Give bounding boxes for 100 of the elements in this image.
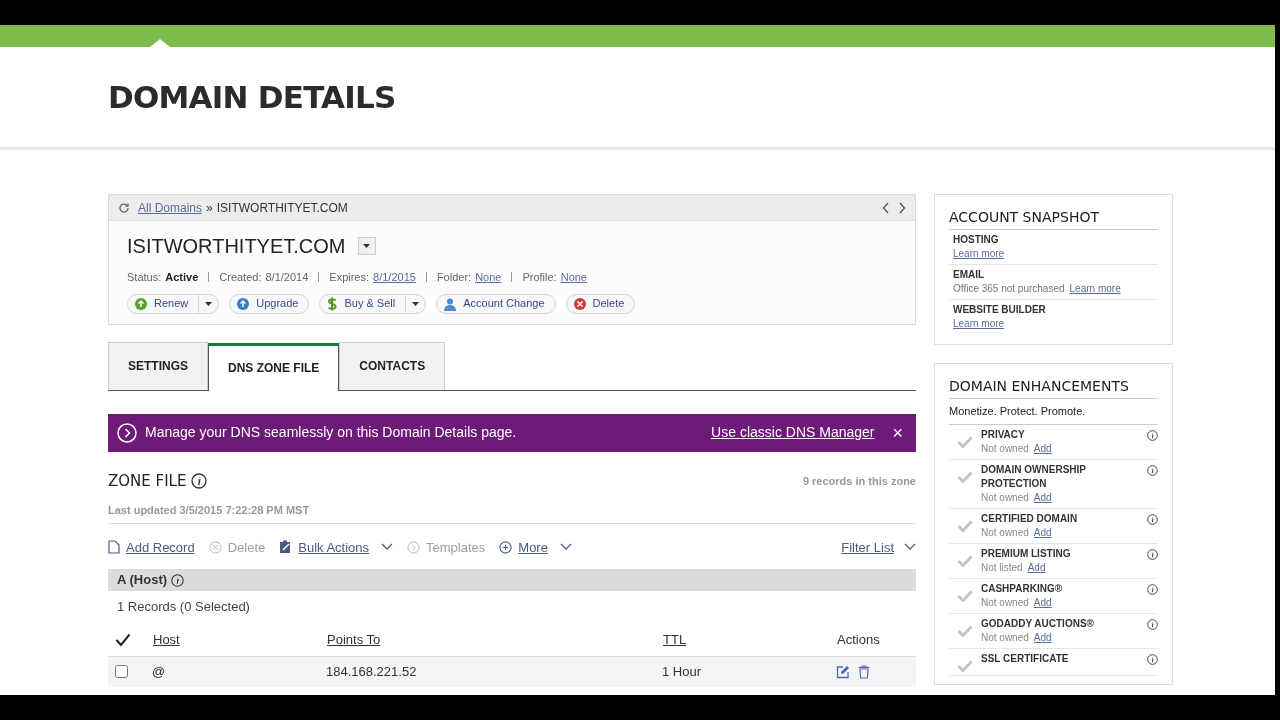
dropdown-button[interactable] [357, 237, 376, 255]
add-link[interactable]: Add [1033, 525, 1052, 540]
circle-x-icon [572, 296, 587, 311]
checkmark-icon [957, 589, 973, 602]
info-icon [1147, 618, 1158, 630]
info-icon [1147, 583, 1158, 595]
info-icon [1147, 653, 1158, 665]
checkmark-icon [957, 554, 973, 567]
breadcrumb-current: ISITWORTHITYET.COM [216, 199, 348, 217]
domain-name: ISITWORTHITYET.COM [127, 234, 346, 259]
learn-more-link[interactable]: Learn more [1069, 282, 1121, 296]
meta-label: Status: [127, 270, 162, 285]
toolbar-link[interactable]: More [518, 537, 548, 557]
snapshot-item-title: HOSTING [953, 233, 1000, 247]
chevron-left-icon[interactable] [882, 201, 890, 214]
refresh-icon [118, 201, 130, 214]
column-header: Actions [837, 631, 880, 650]
snapshot-note: Office 365 not purchased [953, 282, 1065, 296]
checkmark-icon [957, 435, 973, 448]
column-header[interactable]: TTL [663, 630, 837, 650]
page-title: DOMAIN DETAILS [108, 77, 396, 117]
learn-more-link[interactable]: Learn more [953, 317, 1005, 331]
zone-title: ZONE FILE [108, 470, 187, 492]
add-link[interactable]: Add [1033, 630, 1052, 645]
clipboard-icon [279, 540, 293, 555]
tab[interactable]: SETTINGS [108, 341, 208, 390]
enhancement-title: CASHPARKING® [981, 581, 1064, 596]
person-icon [443, 296, 458, 311]
tab[interactable]: DNS ZONE FILE [208, 342, 340, 391]
row-checkbox[interactable] [115, 665, 128, 678]
snapshot-item-title: EMAIL [953, 268, 986, 282]
tab[interactable]: CONTACTS [339, 341, 446, 390]
checkmark-icon[interactable] [115, 633, 131, 647]
table-cell-text: 1 Hour [662, 662, 703, 681]
caret-icon [205, 301, 213, 306]
action-label: Account Change [463, 296, 545, 312]
checkmark-icon [957, 659, 973, 672]
info-icon [1147, 548, 1158, 560]
action-button[interactable]: Buy & Sell [319, 293, 427, 314]
enhancement-status: Not owned [981, 630, 1029, 645]
chevron-down-icon [904, 543, 916, 552]
circle-chevron-icon [117, 422, 137, 443]
action-button[interactable]: Upgrade [229, 293, 310, 314]
meta-link[interactable]: 8/1/2015 [373, 269, 416, 286]
add-link[interactable]: Add [1033, 441, 1052, 456]
toolbar-link[interactable]: Bulk Actions [298, 537, 370, 557]
chevron-right-icon[interactable] [898, 201, 906, 214]
meta-link[interactable]: None [560, 269, 587, 286]
info-icon [1147, 513, 1158, 525]
meta-link[interactable]: None [475, 269, 502, 286]
breadcrumb-separator: » [206, 199, 213, 217]
enhancement-status: Not owned [981, 441, 1029, 456]
toolbar-link[interactable]: Add Record [126, 537, 195, 557]
enhancement-status: Not owned [981, 490, 1029, 505]
meta-value: Active [165, 270, 199, 285]
chevron-down-icon[interactable] [381, 543, 394, 552]
notch-icon [150, 39, 170, 47]
classic-dns-link[interactable]: Use classic DNS Manager [711, 422, 875, 443]
enhancement-status: Not owned [981, 595, 1029, 610]
chevron-down-icon[interactable] [559, 543, 572, 552]
action-button[interactable]: Delete [565, 293, 636, 314]
checkmark-icon [957, 624, 973, 637]
close-button[interactable]: × [892, 423, 903, 442]
action-button[interactable]: Renew [127, 293, 220, 314]
breadcrumb-link[interactable]: All Domains [138, 198, 203, 217]
info-icon [1147, 464, 1158, 476]
enhancement-title: PREMIUM LISTING [981, 546, 1072, 561]
enhancement-title: CERTIFIED DOMAIN [981, 511, 1079, 526]
enhancement-title: SSL CERTIFICATE [981, 651, 1070, 666]
action-button[interactable]: Account Change [436, 293, 556, 314]
enhancement-status: Not owned [981, 525, 1029, 540]
action-label: Upgrade [256, 296, 299, 312]
meta-value: 8/1/2014 [265, 270, 309, 285]
records-summary: 1 Records (0 Selected) [116, 598, 251, 616]
table-cell-text: 184.168.221.52 [326, 662, 418, 681]
learn-more-link[interactable]: Learn more [953, 247, 1005, 261]
circle-arrow-icon [134, 296, 148, 311]
card-title: ACCOUNT SNAPSHOT [949, 207, 1158, 230]
add-link[interactable]: Add [1033, 595, 1052, 610]
info-icon [1147, 429, 1158, 441]
circle-x-icon [208, 540, 222, 554]
edit-icon[interactable] [836, 664, 850, 679]
meta-label: Profile: [522, 270, 557, 285]
enhancement-status: Not listed [981, 560, 1023, 575]
caret-icon [412, 301, 420, 306]
meta-label: Expires: [329, 270, 370, 285]
trash-icon[interactable] [858, 664, 870, 679]
circle-plus-icon [499, 540, 513, 554]
enhancement-title: DOMAIN OWNERSHIP PROTECTION [981, 462, 1087, 491]
banner-message: Manage your DNS seamlessly on this Domain Details page. [145, 423, 517, 442]
add-link[interactable]: Add [1033, 490, 1052, 505]
info-icon [191, 472, 208, 489]
column-header[interactable]: Host [153, 630, 327, 650]
filter-list-link[interactable]: Filter List [841, 537, 894, 557]
column-header[interactable]: Points To [327, 630, 663, 650]
action-label: Delete [592, 296, 625, 312]
section-title: A (Host) [117, 571, 168, 590]
add-link[interactable]: Add [1027, 560, 1046, 575]
snapshot-item-title: WEBSITE BUILDER [953, 303, 1047, 317]
enhancement-title: PRIVACY [981, 427, 1026, 442]
